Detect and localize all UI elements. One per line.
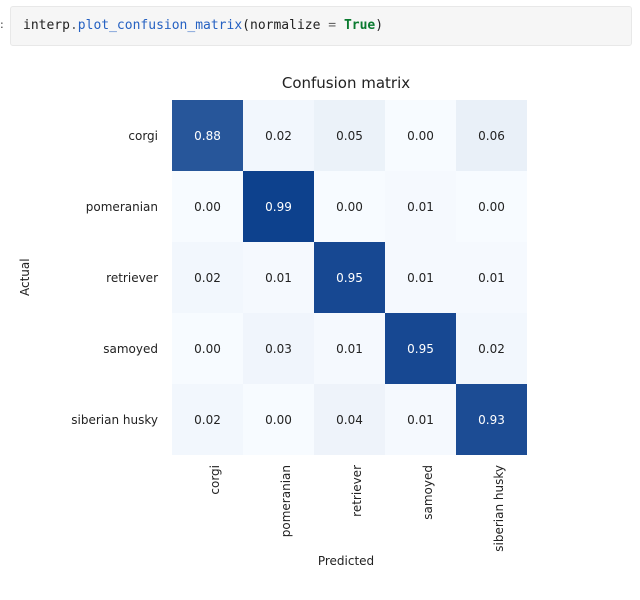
code-token-object: interp — [23, 18, 70, 33]
code-token-equals: = — [320, 18, 343, 33]
heatmap-cell: 0.00 — [385, 100, 456, 171]
heatmap-cell: 0.02 — [243, 100, 314, 171]
heatmap-cell: 0.01 — [385, 171, 456, 242]
code-token-dot: . — [70, 18, 78, 33]
y-tick-labels: corgi pomeranian retriever samoyed siber… — [0, 100, 166, 455]
heatmap-cell: 0.00 — [456, 171, 527, 242]
x-tick-labels: corgi pomeranian retriever samoyed siber… — [172, 459, 527, 551]
code-token-lparen: ( — [242, 18, 250, 33]
heatmap-cell: 0.05 — [314, 100, 385, 171]
heatmap-cell: 0.99 — [243, 171, 314, 242]
heatmap-cell: 0.02 — [456, 313, 527, 384]
x-tick: pomeranian — [243, 459, 314, 551]
heatmap-cell: 0.01 — [385, 242, 456, 313]
x-tick: samoyed — [385, 459, 456, 551]
heatmap-cell: 0.00 — [172, 171, 243, 242]
plot-title: Confusion matrix — [0, 74, 640, 92]
heatmap-cell: 0.88 — [172, 100, 243, 171]
heatmap-cell: 0.95 — [385, 313, 456, 384]
heatmap-cell: 0.04 — [314, 384, 385, 455]
code-token-keyword: normalize — [250, 18, 320, 33]
x-axis-label: Predicted — [0, 554, 640, 568]
confusion-matrix-plot: Confusion matrix Actual Predicted corgi … — [0, 46, 640, 586]
prompt-marker: : — [0, 6, 10, 31]
heatmap-cell: 0.01 — [385, 384, 456, 455]
code-token-rparen: ) — [375, 18, 383, 33]
y-tick: corgi — [0, 100, 166, 171]
heatmap-cell: 0.02 — [172, 384, 243, 455]
heatmap-cell: 0.03 — [243, 313, 314, 384]
heatmap-cell: 0.00 — [314, 171, 385, 242]
heatmap-cell: 0.93 — [456, 384, 527, 455]
y-tick: pomeranian — [0, 171, 166, 242]
y-tick: siberian husky — [0, 384, 166, 455]
y-tick: samoyed — [0, 313, 166, 384]
heatmap-cell: 0.01 — [243, 242, 314, 313]
code-input[interactable]: interp.plot_confusion_matrix(normalize =… — [10, 6, 632, 46]
code-token-bool: True — [344, 18, 375, 33]
heatmap-grid: 0.880.020.050.000.060.000.990.000.010.00… — [172, 100, 527, 455]
code-cell: : interp.plot_confusion_matrix(normalize… — [0, 6, 632, 46]
heatmap-cell: 0.95 — [314, 242, 385, 313]
heatmap-cell: 0.06 — [456, 100, 527, 171]
y-tick: retriever — [0, 242, 166, 313]
heatmap-cell: 0.02 — [172, 242, 243, 313]
heatmap-cell: 0.01 — [456, 242, 527, 313]
x-tick: corgi — [172, 459, 243, 551]
heatmap-cell: 0.01 — [314, 313, 385, 384]
code-token-method: plot_confusion_matrix — [78, 18, 242, 33]
x-tick: retriever — [314, 459, 385, 551]
heatmap-cell: 0.00 — [243, 384, 314, 455]
heatmap-cell: 0.00 — [172, 313, 243, 384]
x-tick: siberian husky — [456, 459, 527, 551]
